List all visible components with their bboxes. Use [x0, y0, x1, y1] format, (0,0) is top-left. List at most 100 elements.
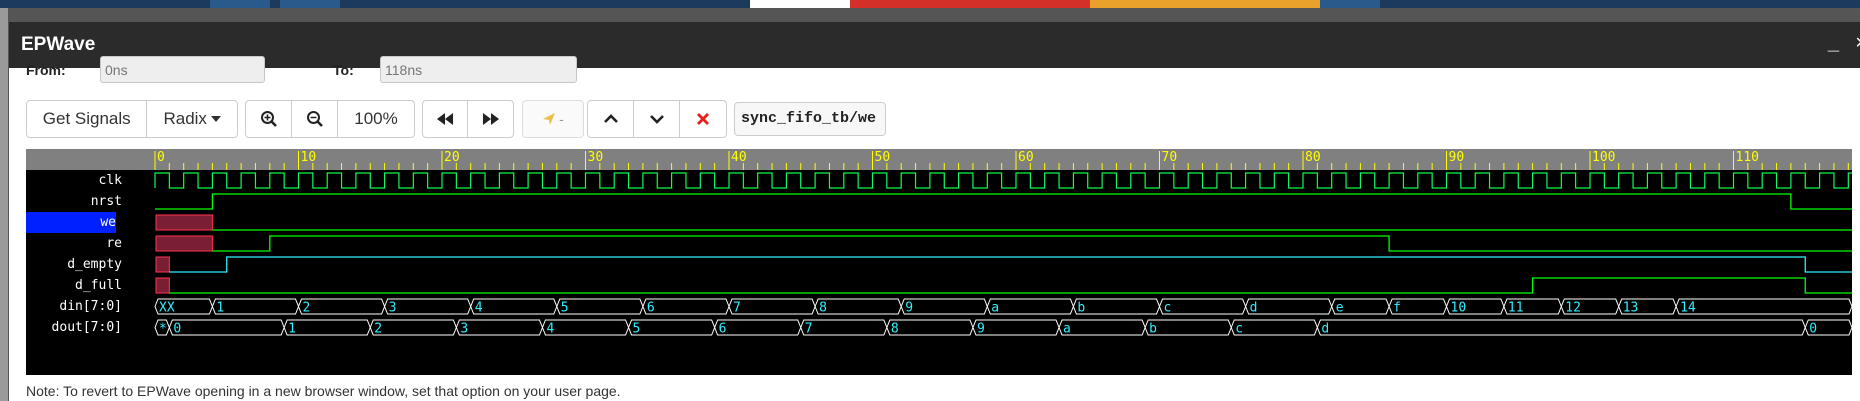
din-value-label: XX: [159, 301, 175, 316]
zoom-button-group: 100%: [245, 100, 415, 138]
din-value-label: e: [1336, 301, 1344, 316]
zoom-level-value: 100%: [354, 109, 398, 128]
din-value-label: b: [1077, 301, 1085, 316]
din-value-label: 11: [1508, 301, 1524, 316]
dout-value-label: 4: [546, 322, 554, 337]
d-full-unknown-region: [155, 277, 170, 294]
clk-waveform-highlight: [154, 172, 1852, 189]
din-value-label: 8: [819, 301, 827, 316]
dout-value-label: 8: [891, 322, 899, 337]
din-value-label: 2: [303, 301, 311, 316]
selected-signal-path: sync_fifo_tb/we: [734, 102, 886, 136]
nrst-waveform: [155, 193, 1852, 210]
fast-backward-icon: [436, 113, 454, 125]
get-signals-label: Get Signals: [42, 109, 131, 128]
zoom-in-icon: [260, 110, 278, 128]
re-waveform: [212, 235, 1852, 252]
radix-dropdown[interactable]: Radix: [147, 101, 237, 137]
dout-value-label: c: [1235, 322, 1243, 337]
din-value-label: 13: [1623, 301, 1639, 316]
close-button[interactable]: ×: [1855, 32, 1860, 55]
signals-button-group: Get Signals Radix: [26, 100, 238, 138]
ruler-tick-label: 40: [731, 150, 747, 165]
ruler-tick-label: 30: [588, 150, 604, 165]
waveform-canvas[interactable]: 0 10 20 30 40 50 60 70 80 90 100 110XX 1 2 3 4 5 6 7 8 9 a b c d…: [26, 149, 1852, 375]
zoom-in-button[interactable]: [246, 101, 292, 137]
ruler-tick-label: 100: [1592, 150, 1615, 165]
din-value-label: 7: [733, 301, 741, 316]
move-up-button[interactable]: [588, 101, 634, 137]
navigate-button-group: [422, 100, 514, 138]
chevron-up-icon: [603, 114, 618, 124]
cursor-value: -: [559, 111, 564, 127]
dout-segment: [1230, 319, 1318, 336]
zoom-out-button[interactable]: [292, 101, 338, 137]
dout-value-label: *: [159, 322, 167, 337]
next-edge-button[interactable]: [468, 101, 513, 137]
radix-label: Radix: [163, 109, 207, 128]
previous-edge-button[interactable]: [423, 101, 469, 137]
din-value-label: 12: [1565, 301, 1581, 316]
waveform-viewer[interactable]: clk nrst we re d_empty d_full din[7:0] dout[7:0…: [26, 149, 1852, 375]
dout-segment: [168, 319, 285, 336]
ruler-tick-label: 10: [301, 150, 317, 165]
dout-segment: [541, 319, 630, 336]
ruler-tick-label: 80: [1305, 150, 1321, 165]
din-value-label: 10: [1451, 301, 1467, 316]
from-label: From:: [26, 62, 66, 78]
dout-value-label: 0: [1809, 322, 1817, 337]
close-icon: [697, 113, 709, 125]
dout-segment: [1144, 319, 1232, 336]
ruler-tick-label: 20: [444, 150, 460, 165]
cursor-button[interactable]: -: [523, 101, 583, 137]
to-input[interactable]: 118ns: [380, 56, 577, 83]
din-segment: [211, 298, 300, 315]
dout-segment: [1316, 319, 1806, 336]
minimize-button[interactable]: _: [1828, 32, 1839, 55]
we-unknown-region: [155, 214, 213, 231]
din-value-label: 14: [1680, 301, 1696, 316]
din-segment: [556, 298, 644, 315]
dout-segment: [972, 319, 1060, 336]
move-down-button[interactable]: [634, 101, 680, 137]
caret-down-icon: [210, 116, 221, 122]
ruler-tick-label: 110: [1736, 150, 1759, 165]
d-empty-waveform: [169, 256, 1852, 273]
din-value-label: d: [1250, 301, 1258, 316]
cursor-button-group: -: [522, 100, 584, 138]
din-segment: [470, 298, 558, 315]
dout-value-label: 7: [805, 322, 813, 337]
from-input[interactable]: 0ns: [100, 56, 265, 83]
dout-value-label: d: [1321, 322, 1329, 337]
zoom-out-icon: [306, 110, 324, 128]
din-segment: [814, 298, 902, 315]
dout-value-label: 5: [633, 322, 641, 337]
signal-order-button-group: [587, 100, 727, 138]
remove-signal-button[interactable]: [680, 101, 726, 137]
window-title: EPWave: [21, 34, 96, 55]
dout-segment: [886, 319, 974, 336]
din-value-label: f: [1393, 301, 1401, 316]
pointer-icon: [542, 112, 556, 126]
dout-segment: [1058, 319, 1146, 336]
din-segment: [1675, 298, 1852, 315]
d-empty-unknown-region: [155, 256, 170, 273]
dout-value-label: 0: [173, 322, 181, 337]
dout-value-label: 3: [460, 322, 468, 337]
din-segment: [1245, 298, 1333, 315]
title-bar[interactable]: EPWave _ ×: [9, 22, 1860, 68]
din-value-label: 1: [216, 301, 224, 316]
din-segment: [297, 298, 386, 315]
din-value-label: 4: [475, 301, 483, 316]
background-edge: [0, 8, 8, 401]
chevron-down-icon: [649, 114, 664, 124]
ruler-tick-label: 70: [1162, 150, 1178, 165]
zoom-level-button[interactable]: 100%: [338, 101, 414, 137]
window-frame-top: [9, 8, 1860, 22]
ruler-tick-label: 90: [1449, 150, 1465, 165]
dout-segment: [628, 319, 716, 336]
re-unknown-region: [155, 235, 213, 252]
dout-segment: [369, 319, 457, 336]
get-signals-button[interactable]: Get Signals: [27, 101, 148, 137]
dout-value-label: 2: [374, 322, 382, 337]
